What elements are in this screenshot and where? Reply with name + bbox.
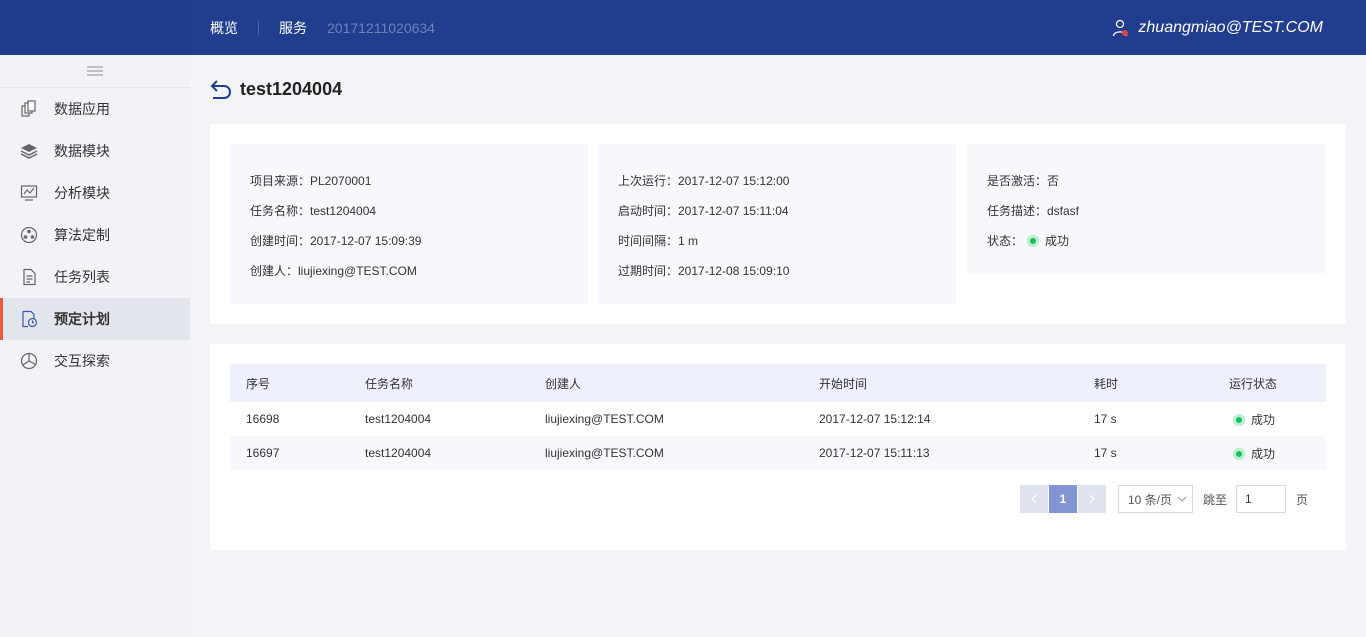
sidebar-item-label: 交互探索 — [54, 353, 110, 369]
sidebar-item-schedule[interactable]: 预定计划 — [0, 298, 190, 340]
analysis-icon — [20, 184, 38, 202]
breadcrumb-id: 20171211020634 — [327, 19, 435, 36]
col-header-id: 序号 — [246, 376, 271, 391]
collapse-toggle[interactable] — [0, 55, 190, 88]
task-info-card: 项目来源：PL2070001 任务名称：test1204004 创建时间：201… — [210, 124, 1346, 324]
info-task-name: 任务名称：test1204004 — [250, 204, 377, 218]
success-dot-icon — [1027, 235, 1040, 247]
col-header-task-name: 任务名称 — [365, 376, 414, 391]
user-icon — [1113, 19, 1129, 36]
info-creator: 创建人：liujiexing@TEST.COM — [250, 264, 417, 278]
cell-task-name: test1204004 — [365, 446, 432, 460]
info-active: 是否激活：否 — [987, 174, 1060, 188]
info-expire-time: 过期时间：2017-12-08 15:09:10 — [618, 264, 790, 278]
info-created-time: 创建时间：2017-12-07 15:09:39 — [250, 234, 422, 248]
explore-icon — [20, 352, 38, 370]
logo-area — [0, 0, 190, 55]
info-status: 状态： 成功 — [987, 232, 1069, 249]
run-history-card: 序号 任务名称 创建人 开始时间 耗时 运行状态 16698 test12040… — [210, 344, 1346, 550]
main-content: test1204004 项目来源：PL2070001 任务名称：test1204… — [190, 55, 1366, 637]
page-header: test1204004 — [210, 79, 342, 100]
layers-icon — [20, 142, 38, 160]
sidebar-item-label: 任务列表 — [54, 269, 110, 285]
col-header-duration: 耗时 — [1094, 376, 1119, 391]
page-size-select[interactable]: 10 条/页 — [1118, 485, 1193, 513]
cell-run-status: 成功 — [1229, 445, 1326, 462]
cell-task-name: test1204004 — [365, 412, 432, 426]
sidebar-item-analysis[interactable]: 分析模块 — [0, 172, 190, 214]
sidebar: 数据应用 数据模块 分析模块 算法定制 任务列表 预定计划 交互探索 — [0, 55, 190, 637]
top-nav: 概览 服务 20171211020634 — [210, 0, 435, 55]
user-menu[interactable]: zhuangmiao@TEST.COM — [1112, 0, 1323, 55]
task-list-icon — [20, 268, 38, 286]
cell-creator: liujiexing@TEST.COM — [545, 412, 664, 426]
nav-divider — [258, 19, 259, 36]
sidebar-item-algorithm[interactable]: 算法定制 — [0, 214, 190, 256]
info-project-source: 项目来源：PL2070001 — [250, 174, 372, 188]
sidebar-item-label: 预定计划 — [54, 311, 110, 327]
chevron-down-icon — [1177, 496, 1187, 502]
sidebar-item-data-module[interactable]: 数据模块 — [0, 130, 190, 172]
col-header-start-time: 开始时间 — [819, 376, 868, 391]
jump-page-input[interactable] — [1236, 485, 1287, 513]
page-suffix-label: 页 — [1296, 492, 1309, 507]
page-number-current[interactable]: 1 — [1049, 485, 1077, 513]
sidebar-item-label: 数据应用 — [54, 101, 110, 117]
info-column-status: 是否激活：否 任务描述：dsfasf 状态： 成功 — [967, 144, 1325, 273]
sidebar-item-label: 分析模块 — [54, 185, 110, 201]
info-description: 任务描述：dsfasf — [987, 204, 1080, 218]
success-dot-icon — [1233, 447, 1245, 460]
next-page-button[interactable] — [1078, 485, 1106, 513]
page-size-value: 10 条/页 — [1128, 492, 1173, 507]
top-bar: 概览 服务 20171211020634 zhuangmiao@TEST.COM — [0, 0, 1366, 55]
run-status-text: 成功 — [1251, 412, 1276, 427]
table-row[interactable]: 16697 test1204004 liujiexing@TEST.COM 20… — [230, 436, 1326, 470]
cell-id: 16697 — [246, 446, 280, 460]
col-header-creator: 创建人 — [545, 376, 582, 391]
status-label: 状态： — [987, 234, 1024, 248]
algorithm-icon — [20, 226, 38, 244]
col-header-run-status: 运行状态 — [1229, 376, 1278, 391]
nav-service[interactable]: 服务 — [279, 18, 307, 38]
back-button[interactable] — [210, 79, 232, 100]
cell-start-time: 2017-12-07 15:11:13 — [819, 446, 930, 460]
cell-duration: 17 s — [1094, 446, 1117, 460]
sidebar-item-label: 算法定制 — [54, 227, 110, 243]
user-name: zhuangmiao@TEST.COM — [1138, 18, 1323, 36]
data-app-icon — [20, 100, 38, 118]
status-value: 成功 — [1045, 234, 1070, 248]
table-header: 序号 任务名称 创建人 开始时间 耗时 运行状态 — [230, 364, 1326, 402]
success-dot-icon — [1233, 413, 1245, 426]
back-arrow-icon — [210, 79, 232, 99]
nav-overview[interactable]: 概览 — [210, 18, 238, 38]
run-status-text: 成功 — [1251, 446, 1276, 461]
run-history-table: 序号 任务名称 创建人 开始时间 耗时 运行状态 16698 test12040… — [230, 364, 1326, 470]
page-title: test1204004 — [240, 79, 343, 99]
sidebar-item-explore[interactable]: 交互探索 — [0, 340, 190, 382]
cell-creator: liujiexing@TEST.COM — [545, 446, 664, 460]
cell-id: 16698 — [246, 412, 280, 426]
table-row[interactable]: 16698 test1204004 liujiexing@TEST.COM 20… — [230, 402, 1326, 436]
chevron-left-icon — [1031, 494, 1037, 504]
chevron-right-icon — [1089, 494, 1095, 504]
info-last-run: 上次运行：2017-12-07 15:12:00 — [618, 174, 790, 188]
sidebar-item-data-app[interactable]: 数据应用 — [0, 88, 190, 130]
sidebar-item-task-list[interactable]: 任务列表 — [0, 256, 190, 298]
schedule-icon — [20, 310, 38, 328]
prev-page-button[interactable] — [1020, 485, 1048, 513]
cell-run-status: 成功 — [1229, 411, 1326, 428]
jump-label: 跳至 — [1203, 492, 1228, 507]
info-column-source: 项目来源：PL2070001 任务名称：test1204004 创建时间：201… — [230, 144, 588, 304]
pagination: 1 10 条/页 跳至 页 — [1020, 485, 1308, 513]
cell-start-time: 2017-12-07 15:12:14 — [819, 412, 931, 426]
info-column-timing: 上次运行：2017-12-07 15:12:00 启动时间：2017-12-07… — [598, 144, 956, 304]
cell-duration: 17 s — [1094, 412, 1117, 426]
sidebar-item-label: 数据模块 — [54, 143, 110, 159]
info-start-time: 启动时间：2017-12-07 15:11:04 — [618, 204, 789, 218]
menu-collapse-icon — [87, 66, 103, 76]
info-interval: 时间间隔：1 m — [618, 234, 699, 248]
